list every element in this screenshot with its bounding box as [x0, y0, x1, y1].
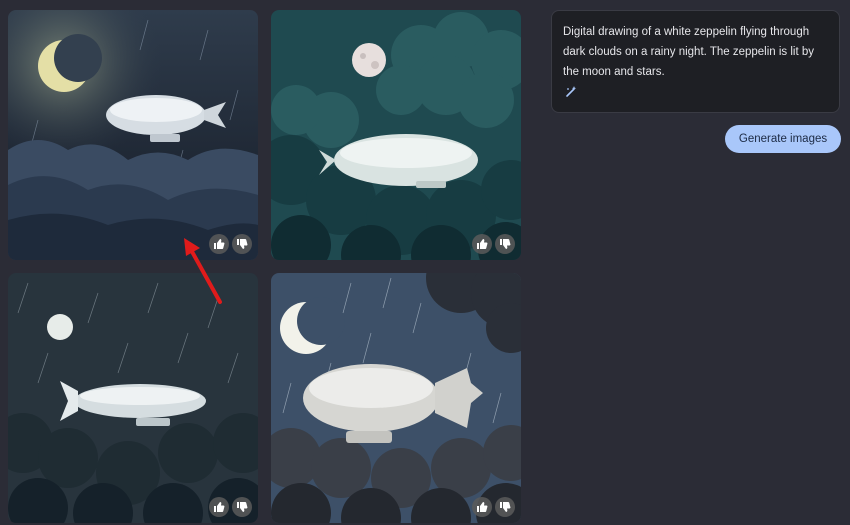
generated-image-2[interactable]: [271, 10, 521, 260]
thumbs-up-icon: [477, 239, 488, 249]
thumbs-down-icon: [500, 239, 511, 249]
thumbs-up-button[interactable]: [472, 497, 492, 517]
image-zeppelin-storm-crescent: [271, 273, 521, 523]
thumbs-down-button[interactable]: [495, 234, 515, 254]
thumbs-down-button[interactable]: [495, 497, 515, 517]
thumbs-down-icon: [237, 239, 248, 249]
generated-image-3[interactable]: [8, 273, 258, 523]
image-zeppelin-crescent-moon: [8, 10, 258, 260]
generated-image-4[interactable]: [271, 273, 521, 523]
thumbs-down-icon: [237, 502, 248, 512]
prompt-text: Digital drawing of a white zeppelin flyi…: [563, 26, 815, 78]
thumbs-up-icon: [214, 239, 225, 249]
thumbs-up-button[interactable]: [472, 234, 492, 254]
thumbs-down-button[interactable]: [232, 497, 252, 517]
prompt-card: Digital drawing of a white zeppelin flyi…: [551, 10, 840, 113]
thumbs-up-button[interactable]: [209, 497, 229, 517]
thumbs-up-button[interactable]: [209, 234, 229, 254]
thumbs-down-button[interactable]: [232, 234, 252, 254]
image-zeppelin-rain-full-moon: [8, 273, 258, 523]
thumbs-down-icon: [500, 502, 511, 512]
generated-image-1[interactable]: [8, 10, 258, 260]
image-zeppelin-teal-clouds: [271, 10, 521, 260]
thumbs-up-icon: [214, 502, 225, 512]
thumbs-up-icon: [477, 502, 488, 512]
magic-wand-edit-icon[interactable]: [564, 85, 578, 99]
generate-images-button[interactable]: Generate images: [725, 125, 841, 153]
